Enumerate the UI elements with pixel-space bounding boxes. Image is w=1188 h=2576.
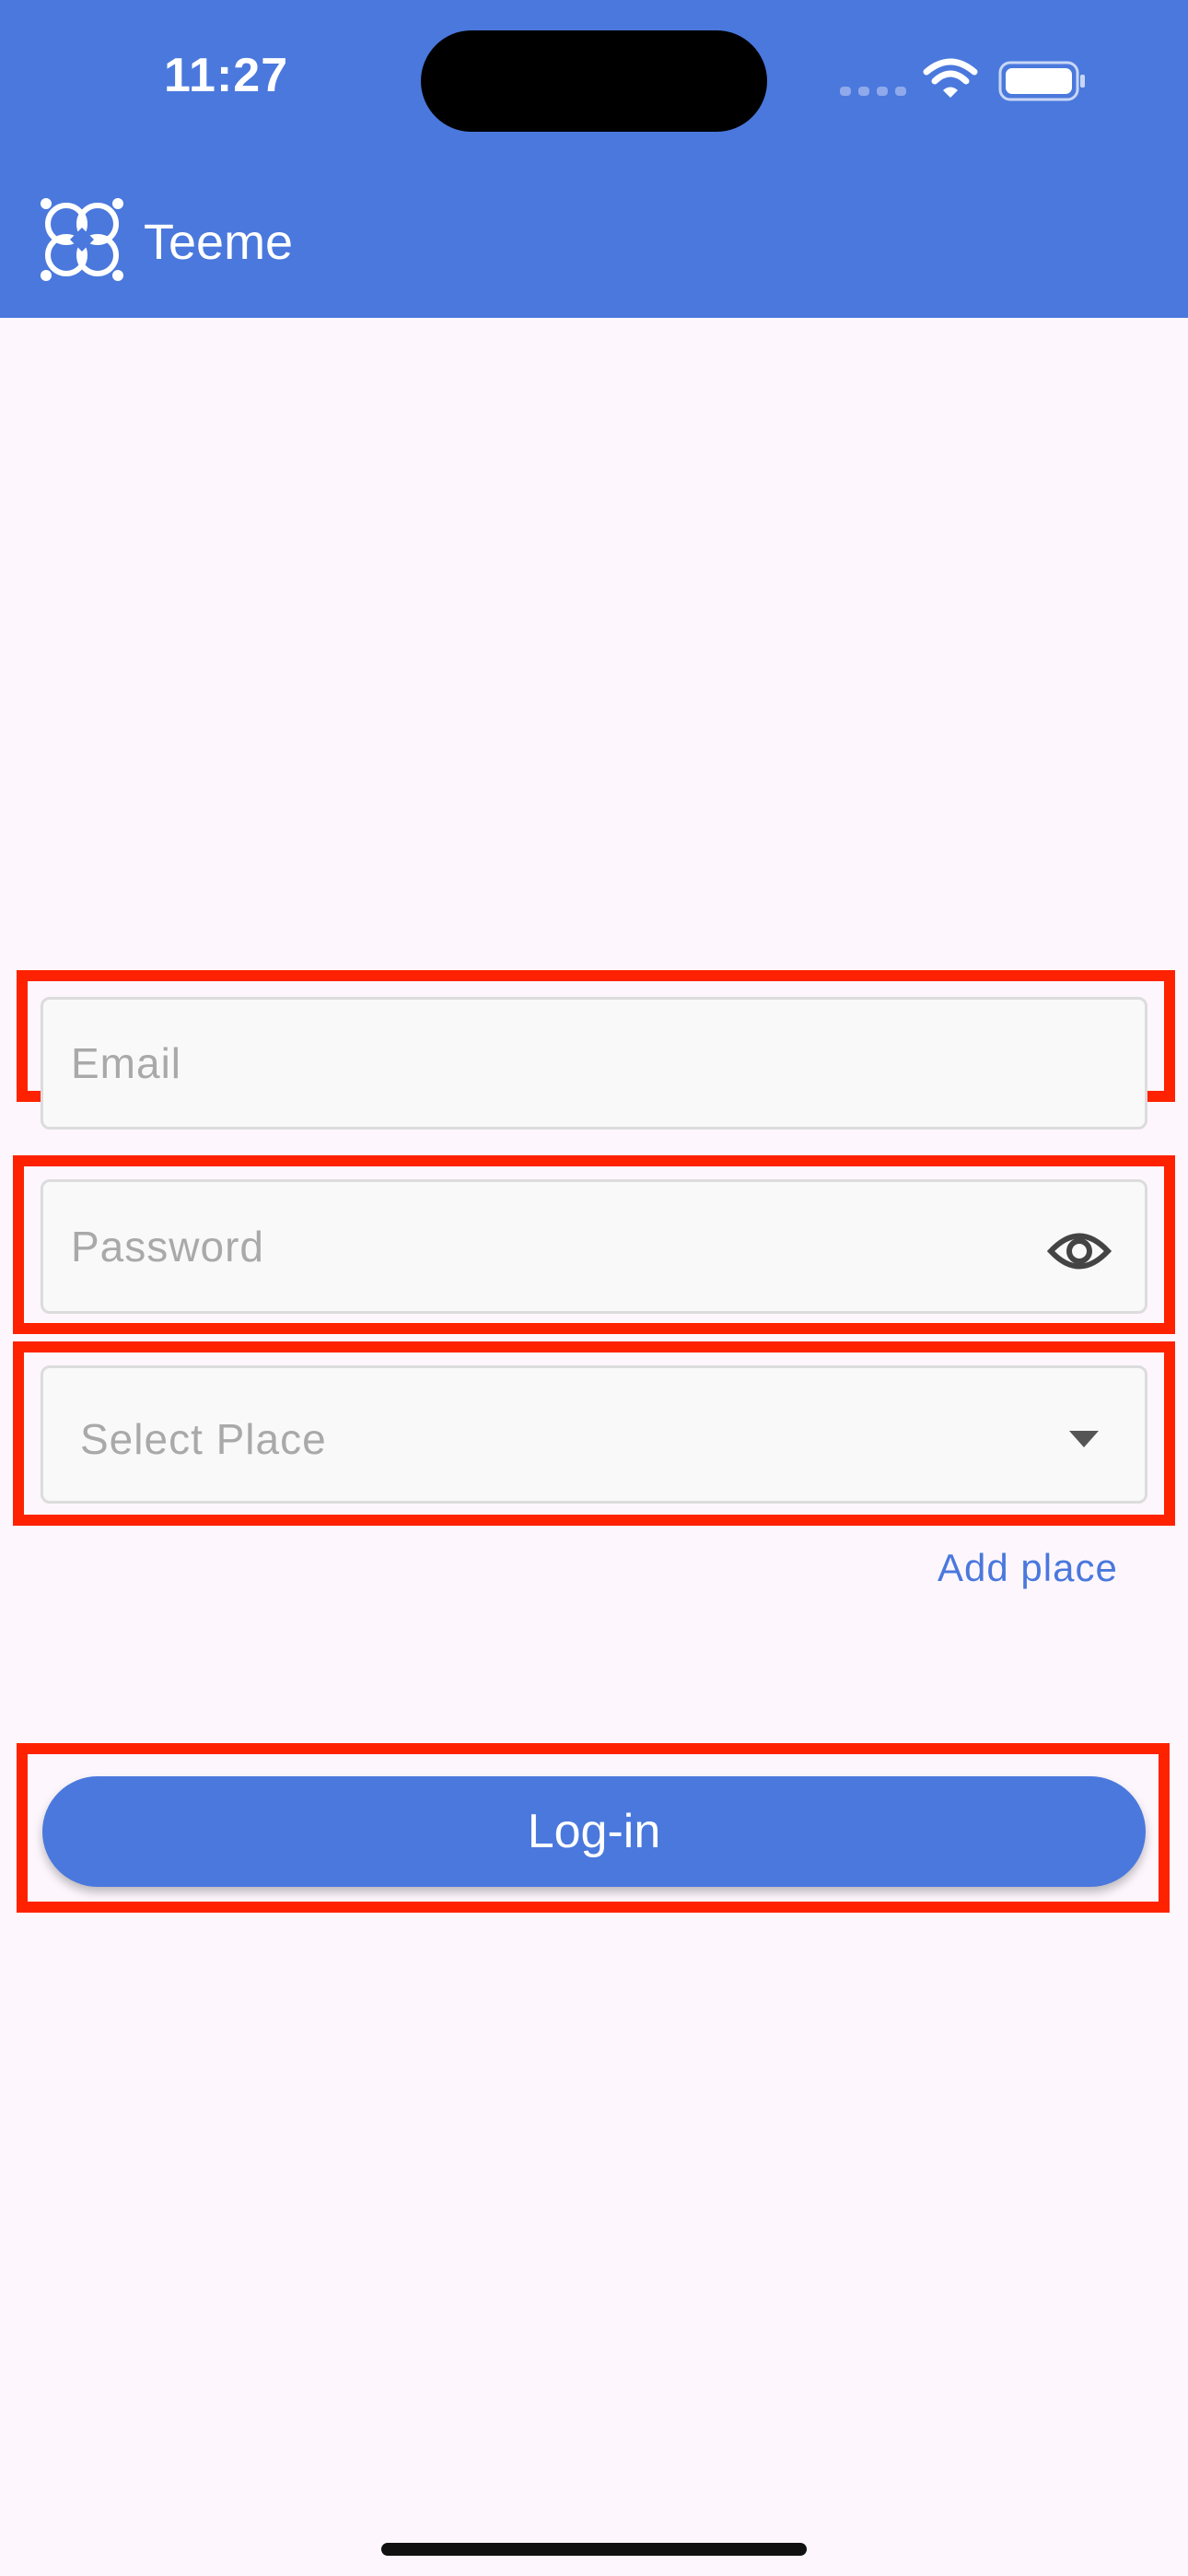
email-field[interactable] bbox=[41, 997, 1147, 1130]
app-header: 11:27 Teeme bbox=[0, 0, 1188, 318]
clover-logo-icon bbox=[41, 198, 123, 281]
email-input[interactable] bbox=[43, 1000, 1145, 1127]
wifi-icon bbox=[923, 58, 978, 98]
login-button[interactable]: Log-in bbox=[42, 1776, 1146, 1887]
dropdown-arrow-icon[interactable] bbox=[1069, 1431, 1099, 1447]
place-select-label: Select Place bbox=[80, 1415, 327, 1463]
home-indicator[interactable] bbox=[381, 2543, 807, 2556]
eye-icon[interactable] bbox=[1047, 1219, 1112, 1283]
add-place-link[interactable]: Add place bbox=[938, 1546, 1118, 1590]
password-field[interactable] bbox=[41, 1179, 1147, 1314]
battery-icon bbox=[998, 61, 1085, 101]
password-input[interactable] bbox=[43, 1182, 1145, 1311]
app-title: Teeme bbox=[144, 215, 294, 270]
place-select[interactable]: Select Place bbox=[41, 1365, 1147, 1504]
dynamic-island bbox=[421, 30, 767, 132]
cellular-signal-icon bbox=[840, 87, 906, 96]
status-time: 11:27 bbox=[164, 49, 289, 102]
